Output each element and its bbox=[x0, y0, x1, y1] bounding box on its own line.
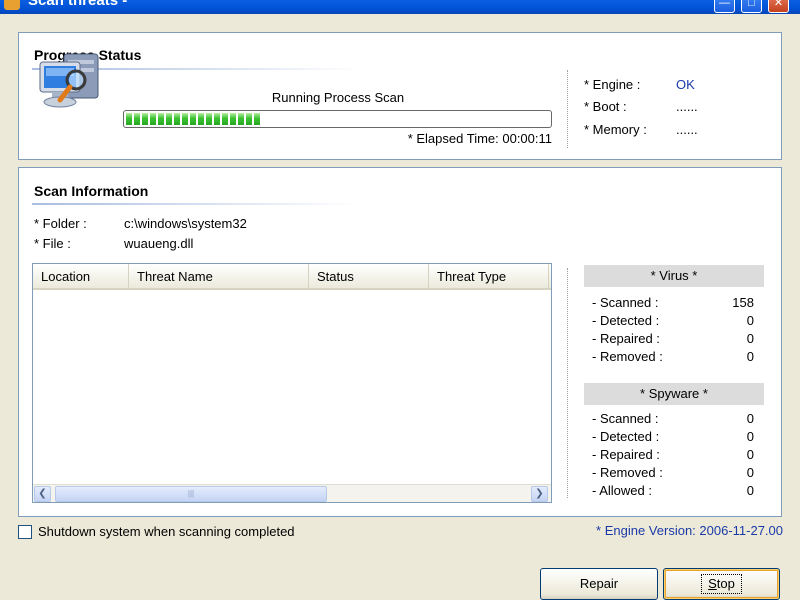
spyware-removed-value: 0 bbox=[746, 465, 754, 480]
column-location[interactable]: Location bbox=[33, 264, 129, 288]
progress-segment bbox=[126, 113, 132, 125]
spyware-detected-value: 0 bbox=[746, 429, 754, 444]
spyware-scanned-value: 0 bbox=[746, 411, 754, 426]
progress-segment bbox=[150, 113, 156, 125]
scan-information-title: Scan Information bbox=[34, 183, 149, 199]
spyware-repaired-label: - Repaired : bbox=[592, 447, 660, 462]
current-task-label: Running Process Scan bbox=[271, 90, 405, 105]
engine-status-label: * Engine : bbox=[584, 77, 641, 92]
engine-status-value: OK bbox=[676, 77, 695, 92]
threats-list-header: Location Threat Name Status Threat Type bbox=[33, 264, 551, 290]
scroll-right-button[interactable]: ❯ bbox=[531, 486, 548, 502]
repair-button-label: Repair bbox=[579, 576, 619, 591]
spyware-detected-label: - Detected : bbox=[592, 429, 660, 444]
progress-segment bbox=[214, 113, 220, 125]
virus-detected-value: 0 bbox=[746, 313, 754, 328]
virus-scanned-value: 158 bbox=[732, 295, 754, 310]
engine-version: * Engine Version: 2006-11-27.00 bbox=[596, 523, 783, 538]
progress-segment bbox=[182, 113, 188, 125]
virus-removed-value: 0 bbox=[746, 349, 754, 364]
progress-fill bbox=[126, 113, 549, 125]
memory-status-label: * Memory : bbox=[584, 122, 647, 137]
maximize-button[interactable]: □ bbox=[741, 0, 762, 13]
scroll-left-button[interactable]: ❮ bbox=[34, 486, 51, 502]
app-icon bbox=[4, 0, 20, 10]
close-button[interactable]: ✕ bbox=[768, 0, 789, 13]
progress-segment bbox=[246, 113, 252, 125]
stop-button[interactable]: Stop bbox=[663, 568, 780, 600]
spyware-allowed-label: - Allowed : bbox=[592, 483, 652, 498]
progress-segment bbox=[206, 113, 212, 125]
progress-segment bbox=[222, 113, 228, 125]
progress-segment bbox=[174, 113, 180, 125]
file-value: wuaueng.dll bbox=[124, 236, 194, 251]
file-label: * File : bbox=[34, 236, 71, 251]
virus-header: * Virus * bbox=[584, 265, 764, 287]
spyware-removed-label: - Removed : bbox=[592, 465, 663, 480]
minimize-button[interactable]: — bbox=[714, 0, 735, 13]
column-threat-name[interactable]: Threat Name bbox=[129, 264, 309, 288]
folder-label: * Folder : bbox=[34, 216, 87, 231]
scan-information-underline bbox=[32, 203, 358, 205]
progress-segment bbox=[238, 113, 244, 125]
scan-progress-bar bbox=[123, 110, 552, 128]
memory-status-value: ...... bbox=[676, 122, 698, 137]
stats-divider bbox=[567, 268, 568, 498]
repair-button[interactable]: Repair bbox=[540, 568, 658, 600]
progress-segment bbox=[190, 113, 196, 125]
virus-repaired-value: 0 bbox=[746, 331, 754, 346]
spyware-allowed-value: 0 bbox=[746, 483, 754, 498]
folder-value: c:\windows\system32 bbox=[124, 216, 247, 231]
column-threat-type[interactable]: Threat Type bbox=[429, 264, 549, 288]
spyware-scanned-label: - Scanned : bbox=[592, 411, 659, 426]
horizontal-scrollbar[interactable]: ❮ ||| ❯ bbox=[33, 484, 551, 502]
threats-list[interactable]: Location Threat Name Status Threat Type … bbox=[32, 263, 552, 503]
elapsed-time: * Elapsed Time: 00:00:11 bbox=[407, 131, 552, 146]
spyware-repaired-value: 0 bbox=[746, 447, 754, 462]
progress-segment bbox=[142, 113, 148, 125]
virus-removed-label: - Removed : bbox=[592, 349, 663, 364]
virus-detected-label: - Detected : bbox=[592, 313, 660, 328]
window-title: Scan threats - bbox=[28, 0, 128, 9]
progress-segment bbox=[230, 113, 236, 125]
virus-scanned-label: - Scanned : bbox=[592, 295, 659, 310]
progress-segment bbox=[158, 113, 164, 125]
shutdown-checkbox-label[interactable]: Shutdown system when scanning completed bbox=[38, 524, 295, 539]
title-bar: Scan threats - — □ ✕ bbox=[0, 0, 800, 14]
column-status[interactable]: Status bbox=[309, 264, 429, 288]
stop-button-label: Stop bbox=[701, 574, 742, 594]
virus-repaired-label: - Repaired : bbox=[592, 331, 660, 346]
progress-segment bbox=[166, 113, 172, 125]
computer-scan-icon bbox=[39, 53, 99, 108]
scroll-thumb[interactable]: ||| bbox=[55, 486, 327, 502]
progress-segment bbox=[254, 113, 260, 125]
progress-segment bbox=[134, 113, 140, 125]
boot-status-label: * Boot : bbox=[584, 99, 627, 114]
progress-segment bbox=[198, 113, 204, 125]
boot-status-value: ...... bbox=[676, 99, 698, 114]
shutdown-checkbox[interactable] bbox=[18, 525, 32, 539]
spyware-header: * Spyware * bbox=[584, 383, 764, 405]
status-divider bbox=[567, 70, 568, 148]
